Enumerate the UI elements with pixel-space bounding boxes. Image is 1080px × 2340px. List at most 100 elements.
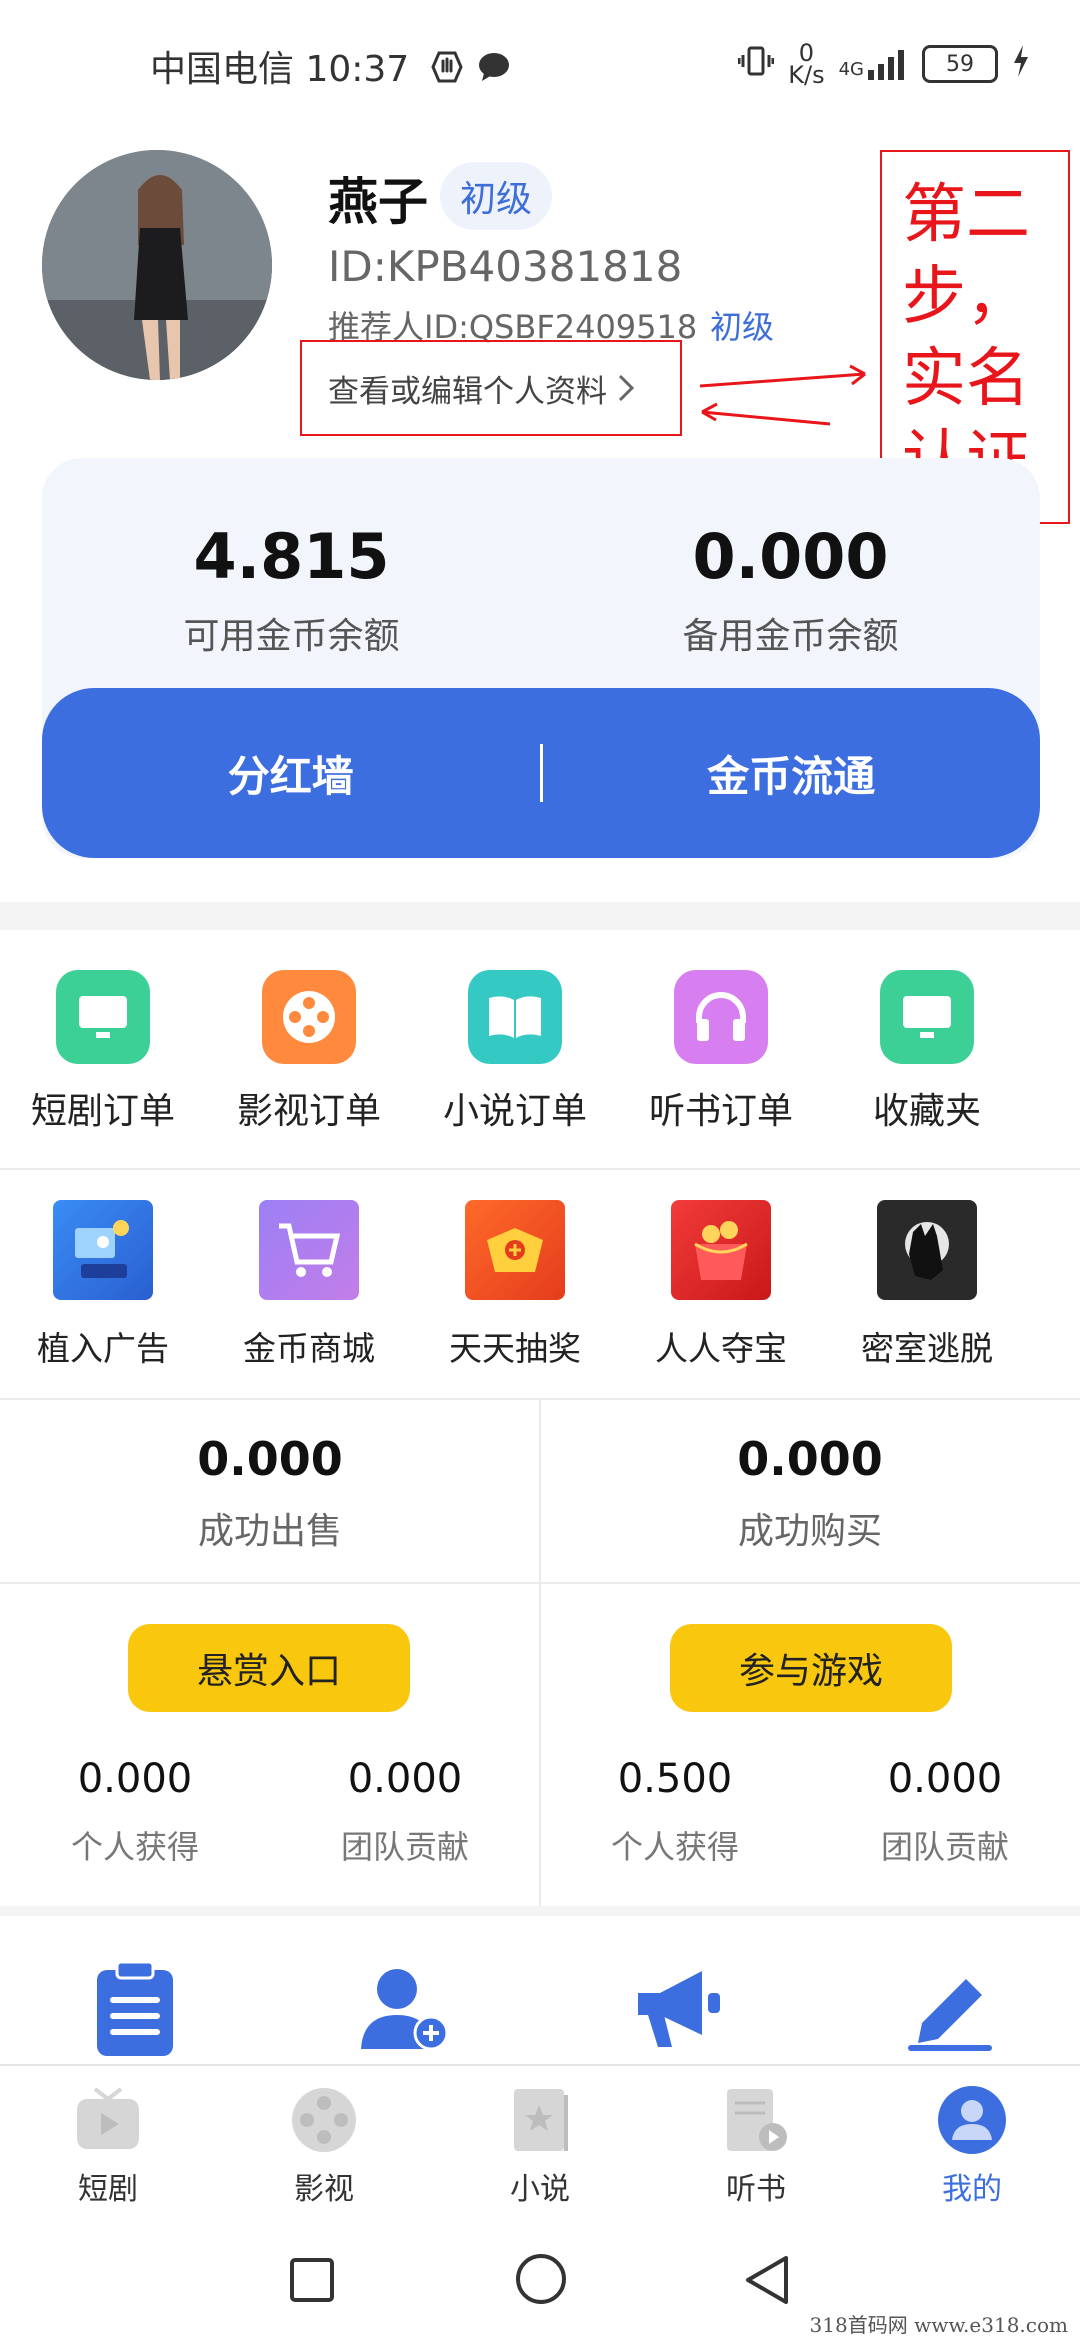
avatar-photo-icon	[42, 150, 272, 380]
clock: 10:37	[305, 49, 410, 90]
carrier-name: 中国电信	[150, 49, 295, 90]
balance-card: 4.815 可用金币余额 0.000 备用金币余额 分红墙 金币流通	[42, 458, 1040, 858]
grid-label: 听书订单	[648, 1091, 793, 1132]
divider	[0, 1582, 1080, 1584]
chevron-right-icon	[617, 373, 635, 403]
nav-item-short-drama[interactable]: 短剧	[0, 2066, 216, 2216]
film-reel-icon	[288, 2084, 360, 2156]
game-personal-value: 0.500	[617, 1756, 733, 1802]
available-balance-label: 可用金币余额	[183, 616, 400, 657]
grid-item-escape-room[interactable]: 密室逃脱	[824, 1200, 1030, 1370]
divider	[0, 1168, 1080, 1170]
hand-notification-icon	[429, 49, 465, 94]
net-speed: 0 K/s	[788, 41, 824, 87]
headphones-icon	[674, 970, 768, 1064]
grid-item-treasure-hunt[interactable]: 人人夺宝	[618, 1200, 824, 1370]
nav-label: 听书	[726, 2172, 786, 2207]
game-team-label: 团队贡献	[880, 1828, 1009, 1866]
join-game-button[interactable]: 参与游戏	[670, 1624, 952, 1712]
bought-label: 成功购买	[737, 1511, 882, 1552]
megaphone-icon[interactable]	[630, 1958, 730, 2058]
audiobook-icon	[720, 2084, 792, 2156]
reserve-balance-value: 0.000	[692, 520, 889, 593]
nav-item-film[interactable]: 影视	[216, 2066, 432, 2216]
bounty-team-value: 0.000	[347, 1756, 463, 1802]
charging-icon	[1012, 45, 1030, 83]
grid-label: 天天抽奖	[449, 1329, 581, 1368]
available-balance: 4.815 可用金币余额	[42, 520, 541, 659]
vibrate-icon	[737, 43, 775, 85]
reserve-balance-label: 备用金币余额	[682, 616, 899, 657]
film-reel-icon	[262, 970, 356, 1064]
bounty-team-label: 团队贡献	[340, 1828, 469, 1866]
message-icon	[476, 49, 512, 94]
grid-item-embedded-ads[interactable]: 植入广告	[0, 1200, 206, 1370]
reserve-balance: 0.000 备用金币余额	[541, 520, 1040, 659]
red-envelope-icon	[671, 1200, 771, 1300]
user-id: ID:KPB40381818	[328, 242, 683, 291]
available-balance-value: 4.815	[193, 520, 390, 593]
recent-apps-icon[interactable]	[288, 2256, 336, 2308]
tv-icon	[56, 970, 150, 1064]
orders-row: 短剧订单 影视订单 小说订单 听书订单 收藏夹	[0, 970, 1080, 1134]
section-separator	[0, 1906, 1080, 1916]
back-icon[interactable]	[742, 2254, 792, 2310]
tv-play-icon	[72, 2084, 144, 2156]
grid-label: 金币商城	[243, 1329, 375, 1368]
grid-item-daily-lottery[interactable]: 天天抽奖	[412, 1200, 618, 1370]
status-right: 0 K/s 4G 59	[737, 41, 1030, 87]
section-separator	[0, 902, 1080, 930]
bounty-personal-value: 0.000	[77, 1756, 193, 1802]
bought-value: 0.000	[737, 1432, 883, 1486]
grid-item-film-orders[interactable]: 影视订单	[206, 970, 412, 1134]
balance-action-bar: 分红墙 金币流通	[42, 688, 1040, 858]
pencil-icon[interactable]	[900, 1958, 1000, 2058]
user-icon	[936, 2084, 1008, 2156]
bounty-entry-button[interactable]: 悬赏入口	[128, 1624, 410, 1712]
grid-label: 植入广告	[37, 1329, 169, 1368]
grid-label: 短剧订单	[30, 1091, 175, 1132]
nav-label: 影视	[294, 2172, 354, 2207]
system-navigation-bar: 318首码网 www.e318.com	[0, 2220, 1080, 2340]
grid-item-audiobook-orders[interactable]: 听书订单	[618, 970, 824, 1134]
status-left: 中国电信 10:37	[150, 40, 512, 94]
level-badge: 初级	[440, 162, 552, 230]
edit-profile-link[interactable]: 查看或编辑个人资料	[300, 340, 682, 436]
nav-item-me[interactable]: 我的	[864, 2066, 1080, 2216]
avatar[interactable]	[42, 150, 272, 380]
grid-item-novel-orders[interactable]: 小说订单	[412, 970, 618, 1134]
werewolf-icon	[877, 1200, 977, 1300]
tv-icon	[880, 970, 974, 1064]
network-type: 4G	[838, 59, 864, 80]
nav-label: 我的	[942, 2172, 1002, 2207]
lottery-icon	[465, 1200, 565, 1300]
book-icon	[504, 2084, 576, 2156]
game-personal-label: 个人获得	[610, 1828, 739, 1866]
grid-label: 小说订单	[442, 1091, 587, 1132]
grid-item-coin-mall[interactable]: 金币商城	[206, 1200, 412, 1370]
bottom-nav: 短剧 影视 小说 听书 我的	[0, 2064, 1080, 2216]
nav-label: 短剧	[78, 2172, 138, 2207]
nav-item-novel[interactable]: 小说	[432, 2066, 648, 2216]
features-row: 植入广告 金币商城 天天抽奖 人人夺宝 密室逃脱	[0, 1200, 1080, 1370]
grid-item-favorites[interactable]: 收藏夹	[824, 970, 1030, 1134]
battery-level: 59	[946, 51, 974, 77]
annotation-arrows	[699, 364, 866, 426]
sold-label: 成功出售	[197, 1511, 342, 1552]
add-user-icon[interactable]	[355, 1958, 455, 2058]
home-icon[interactable]	[514, 2252, 568, 2310]
battery-indicator: 59	[922, 45, 998, 83]
nav-item-audiobook[interactable]: 听书	[648, 2066, 864, 2216]
bounty-personal-label: 个人获得	[70, 1828, 199, 1866]
coin-circulation-button[interactable]: 金币流通	[543, 743, 1041, 804]
book-icon	[468, 970, 562, 1064]
dividend-wall-button[interactable]: 分红墙	[42, 743, 540, 804]
sold-value: 0.000	[197, 1432, 343, 1486]
clipboard-icon[interactable]	[85, 1958, 185, 2058]
shopping-cart-icon	[259, 1200, 359, 1300]
status-bar: 中国电信 10:37 0 K/s 4G 59	[0, 0, 1080, 120]
grid-label: 人人夺宝	[655, 1329, 787, 1368]
grid-item-short-drama-orders[interactable]: 短剧订单	[0, 970, 206, 1134]
annotation-text: 第二步，实名认证	[902, 178, 1030, 498]
watermark: 318首码网 www.e318.com	[809, 2313, 1068, 2337]
